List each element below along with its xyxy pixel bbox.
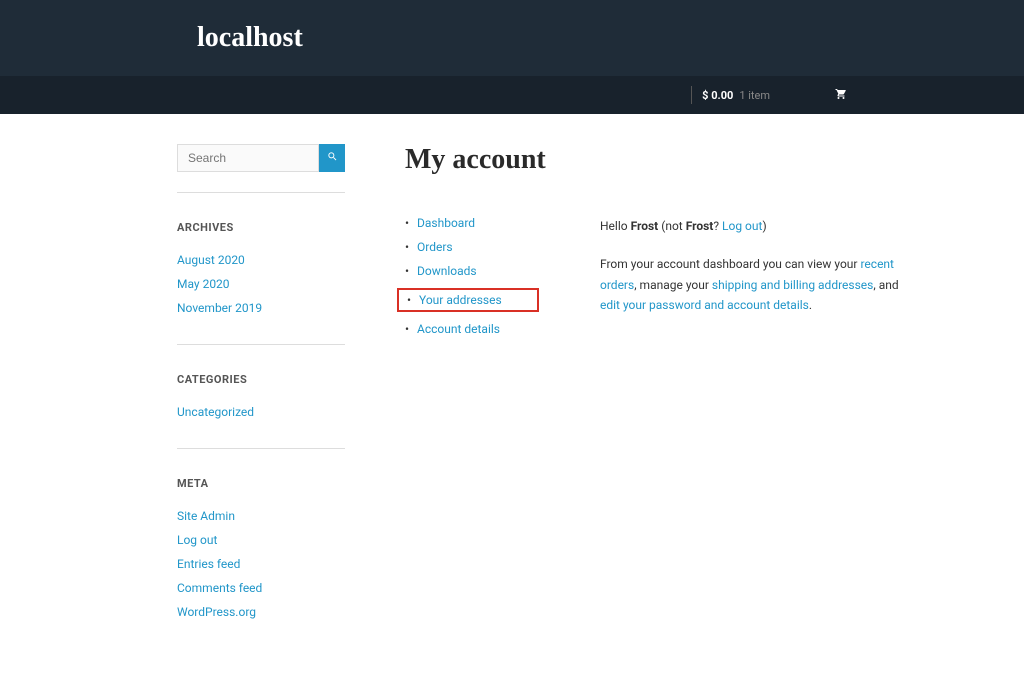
nav-item-orders: Orders — [405, 240, 550, 254]
nav-item-details: Account details — [405, 322, 550, 336]
account-content: Hello Frost (not Frost? Log out) From yo… — [600, 216, 917, 346]
meta-widget: META Site Admin Log out Entries feed Com… — [177, 477, 345, 620]
meta-item: Site Admin — [177, 508, 345, 524]
edit-account-link[interactable]: edit your password and account details — [600, 298, 809, 312]
site-title[interactable]: localhost — [87, 22, 847, 54]
divider — [691, 86, 692, 104]
logout-link[interactable]: Log out — [722, 219, 762, 233]
archive-item: November 2019 — [177, 300, 345, 316]
archives-widget: ARCHIVES August 2020 May 2020 November 2… — [177, 221, 345, 316]
nav-item-addresses: Your addresses — [407, 293, 502, 307]
account-nav: Dashboard Orders Downloads Your addresse… — [405, 216, 550, 346]
greeting-user: Frost — [631, 219, 659, 233]
dash-text-4: . — [809, 298, 812, 312]
orders-link[interactable]: Orders — [417, 240, 453, 254]
meta-link[interactable]: Site Admin — [177, 509, 235, 523]
meta-link[interactable]: WordPress.org — [177, 605, 256, 619]
greeting-not-user: Frost — [686, 219, 714, 233]
cart-icon[interactable] — [835, 88, 847, 103]
dash-text-1: From your account dashboard you can view… — [600, 257, 860, 271]
meta-item: Comments feed — [177, 580, 345, 596]
site-header: localhost — [0, 0, 1024, 76]
meta-item: Entries feed — [177, 556, 345, 572]
divider — [177, 344, 345, 345]
search-button[interactable] — [319, 144, 345, 172]
category-item: Uncategorized — [177, 404, 345, 420]
dashboard-description: From your account dashboard you can view… — [600, 254, 917, 315]
widget-title: CATEGORIES — [177, 373, 345, 386]
archive-item: August 2020 — [177, 252, 345, 268]
divider — [177, 448, 345, 449]
nav-item-downloads: Downloads — [405, 264, 550, 278]
category-link[interactable]: Uncategorized — [177, 405, 254, 419]
archive-link[interactable]: August 2020 — [177, 253, 245, 267]
main-content: My account Dashboard Orders Downloads Yo… — [405, 144, 917, 648]
cart-amount: $ 0.00 — [702, 89, 733, 102]
widget-title: ARCHIVES — [177, 221, 345, 234]
sidebar: ARCHIVES August 2020 May 2020 November 2… — [177, 144, 345, 648]
meta-link[interactable]: Entries feed — [177, 557, 240, 571]
divider — [177, 192, 345, 193]
dash-text-2: , manage your — [634, 278, 712, 292]
meta-item: Log out — [177, 532, 345, 548]
greeting-text: Hello Frost (not Frost? Log out) — [600, 216, 917, 236]
topbar: $ 0.00 1 item — [0, 76, 1024, 114]
greeting-hello: Hello — [600, 219, 631, 233]
addresses-link[interactable]: Your addresses — [419, 293, 502, 307]
archive-item: May 2020 — [177, 276, 345, 292]
meta-link[interactable]: Log out — [177, 533, 217, 547]
addresses-inline-link[interactable]: shipping and billing addresses — [712, 278, 873, 292]
account-details-link[interactable]: Account details — [417, 322, 500, 336]
search-icon — [327, 151, 338, 165]
nav-item-dashboard: Dashboard — [405, 216, 550, 230]
highlight-box: Your addresses — [397, 288, 539, 312]
page-title: My account — [405, 144, 917, 176]
meta-item: WordPress.org — [177, 604, 345, 620]
greeting-close: ) — [762, 219, 766, 233]
meta-link[interactable]: Comments feed — [177, 581, 262, 595]
archive-link[interactable]: May 2020 — [177, 277, 230, 291]
dashboard-link[interactable]: Dashboard — [417, 216, 475, 230]
search-input[interactable] — [177, 144, 319, 172]
archive-link[interactable]: November 2019 — [177, 301, 262, 315]
search-form — [177, 144, 345, 172]
greeting-not-prefix: (not — [658, 219, 685, 233]
downloads-link[interactable]: Downloads — [417, 264, 477, 278]
greeting-question: ? — [713, 219, 722, 233]
dash-text-3: , and — [873, 278, 898, 292]
cart-item-count[interactable]: 1 item — [739, 89, 770, 102]
categories-widget: CATEGORIES Uncategorized — [177, 373, 345, 420]
widget-title: META — [177, 477, 345, 490]
